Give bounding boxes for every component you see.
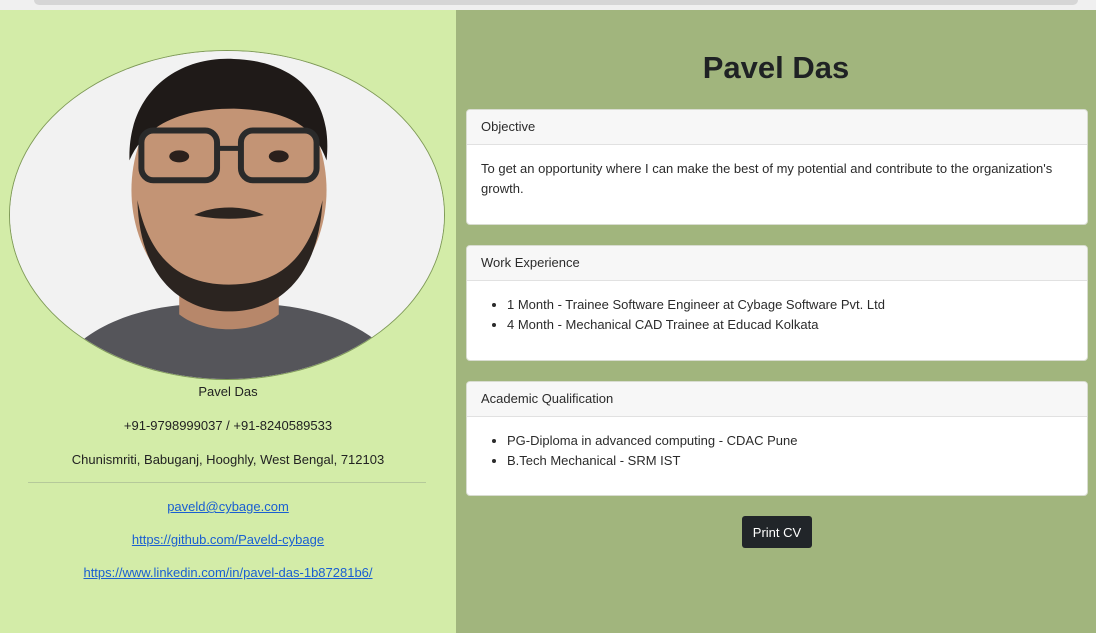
linkedin-link[interactable]: https://www.linkedin.com/in/pavel-das-1b…	[83, 565, 372, 580]
academic-card: Academic Qualification PG-Diploma in adv…	[466, 381, 1088, 496]
academic-card-header: Academic Qualification	[467, 382, 1087, 417]
objective-card: Objective To get an opportunity where I …	[466, 109, 1088, 225]
top-scrollbar[interactable]	[34, 0, 1078, 5]
sidebar-divider	[28, 482, 426, 483]
email-line: paveld@cybage.com	[0, 499, 456, 514]
page-title: Pavel Das	[702, 50, 850, 85]
profile-phone: +91-9798999037 / +91-8240589533	[123, 418, 333, 433]
browser-top-bar	[0, 0, 1096, 10]
github-link[interactable]: https://github.com/Paveld-cybage	[132, 532, 324, 547]
profile-name: Pavel Das	[198, 384, 258, 399]
profile-sidebar: Pavel Das +91-9798999037 / +91-824058953…	[0, 10, 456, 633]
email-link[interactable]: paveld@cybage.com	[167, 499, 289, 514]
github-line: https://github.com/Paveld-cybage	[0, 532, 456, 547]
list-item: PG-Diploma in advanced computing - CDAC …	[507, 431, 1073, 451]
profile-address: Chunismriti, Babuganj, Hooghly, West Ben…	[71, 452, 385, 467]
list-item: 1 Month - Trainee Software Engineer at C…	[507, 295, 1073, 315]
work-experience-card-header: Work Experience	[467, 246, 1087, 281]
print-cv-button[interactable]: Print CV	[742, 516, 812, 548]
work-experience-list: 1 Month - Trainee Software Engineer at C…	[481, 295, 1073, 335]
resume-main: Pavel Das Objective To get an opportunit…	[456, 10, 1096, 633]
work-experience-body: 1 Month - Trainee Software Engineer at C…	[467, 281, 1087, 349]
profile-photo	[9, 50, 445, 380]
objective-card-header: Objective	[467, 110, 1087, 145]
academic-body: PG-Diploma in advanced computing - CDAC …	[467, 417, 1087, 485]
list-item: 4 Month - Mechanical CAD Trainee at Educ…	[507, 315, 1073, 335]
linkedin-line: https://www.linkedin.com/in/pavel-das-1b…	[0, 565, 456, 580]
academic-list: PG-Diploma in advanced computing - CDAC …	[481, 431, 1073, 471]
objective-text: To get an opportunity where I can make t…	[481, 161, 1053, 196]
list-item: B.Tech Mechanical - SRM IST	[507, 451, 1073, 471]
work-experience-card: Work Experience 1 Month - Trainee Softwa…	[466, 245, 1088, 361]
